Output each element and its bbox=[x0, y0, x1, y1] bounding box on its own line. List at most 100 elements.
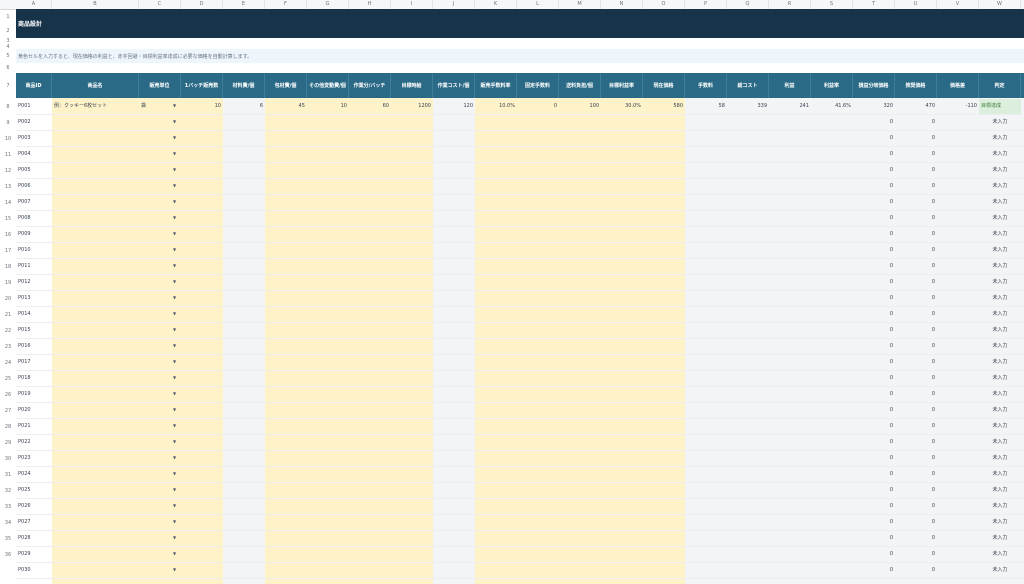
column-header[interactable]: 総コスト bbox=[727, 73, 769, 98]
dropdown-arrow-icon[interactable]: ▼ bbox=[173, 515, 176, 530]
breakeven-cell[interactable]: 0 bbox=[853, 131, 895, 146]
dropdown-arrow-icon[interactable]: ▼ bbox=[173, 483, 176, 498]
row-number[interactable]: 23 bbox=[0, 344, 16, 350]
row-number[interactable]: 5 bbox=[0, 53, 16, 59]
dropdown-arrow-icon[interactable]: ▼ bbox=[173, 467, 176, 482]
row-number[interactable]: 21 bbox=[0, 312, 16, 318]
breakeven-cell[interactable]: 0 bbox=[853, 483, 895, 498]
breakeven-cell[interactable]: 0 bbox=[853, 515, 895, 530]
row-number[interactable]: 26 bbox=[0, 392, 16, 398]
verdict-cell[interactable]: 未入力 bbox=[979, 227, 1021, 242]
row-number[interactable]: 1 bbox=[0, 14, 16, 20]
dropdown-arrow-icon[interactable]: ▼ bbox=[173, 259, 176, 274]
verdict-cell[interactable]: 未入力 bbox=[979, 499, 1021, 514]
product-id-cell[interactable]: P030 bbox=[16, 563, 52, 578]
recommended-cell[interactable]: 0 bbox=[895, 323, 937, 338]
dropdown-arrow-icon[interactable]: ▼ bbox=[173, 227, 176, 242]
recommended-cell[interactable]: 0 bbox=[895, 483, 937, 498]
verdict-cell[interactable]: 未入力 bbox=[979, 275, 1021, 290]
labor-cost-cell[interactable]: 120 bbox=[433, 99, 475, 114]
verdict-cell[interactable]: 未入力 bbox=[979, 131, 1021, 146]
recommended-cell[interactable]: 0 bbox=[895, 163, 937, 178]
batch-qty-cell[interactable]: 10 bbox=[181, 99, 223, 114]
column-letter-e[interactable]: E bbox=[223, 0, 265, 9]
breakeven-cell[interactable]: 0 bbox=[853, 275, 895, 290]
row-number[interactable]: 11 bbox=[0, 152, 16, 158]
column-letter-v[interactable]: V bbox=[937, 0, 979, 9]
recommended-cell[interactable]: 0 bbox=[895, 435, 937, 450]
column-letter-d[interactable]: D bbox=[181, 0, 223, 9]
product-id-cell[interactable]: P025 bbox=[16, 483, 52, 498]
recommended-cell[interactable]: 0 bbox=[895, 339, 937, 354]
instruction-note[interactable]: 黄色セルを入力すると、現在価格の利益と、赤字回避・目標利益率達成に必要な価格を自… bbox=[16, 49, 1024, 63]
row-number[interactable]: 30 bbox=[0, 456, 16, 462]
fee-rate-cell[interactable]: 10.0% bbox=[475, 99, 517, 114]
column-header[interactable]: 1バッチ販売数 bbox=[181, 73, 223, 98]
verdict-cell[interactable]: 未入力 bbox=[979, 531, 1021, 546]
product-id-cell[interactable]: P014 bbox=[16, 307, 52, 322]
breakeven-cell[interactable]: 0 bbox=[853, 115, 895, 130]
column-letter-q[interactable]: Q bbox=[727, 0, 769, 9]
recommended-cell[interactable]: 0 bbox=[895, 307, 937, 322]
breakeven-cell[interactable]: 0 bbox=[853, 419, 895, 434]
breakeven-cell[interactable]: 0 bbox=[853, 387, 895, 402]
dropdown-arrow-icon[interactable]: ▼ bbox=[173, 195, 176, 210]
column-letter-i[interactable]: I bbox=[391, 0, 433, 9]
row-number[interactable]: 6 bbox=[0, 65, 16, 71]
verdict-cell[interactable]: 未入力 bbox=[979, 515, 1021, 530]
verdict-cell[interactable]: 未入力 bbox=[979, 483, 1021, 498]
column-header[interactable]: 利益 bbox=[769, 73, 811, 98]
material-cost-cell[interactable]: 6 bbox=[223, 99, 265, 114]
breakeven-cell[interactable]: 0 bbox=[853, 227, 895, 242]
product-id-cell[interactable]: P019 bbox=[16, 387, 52, 402]
work-minutes-cell[interactable]: 60 bbox=[349, 99, 391, 114]
breakeven-cell[interactable]: 320 bbox=[853, 99, 895, 114]
other-cost-cell[interactable]: 10 bbox=[307, 99, 349, 114]
recommended-cell[interactable]: 470 bbox=[895, 99, 937, 114]
column-header[interactable]: 商品名 bbox=[52, 73, 139, 98]
column-letter-k[interactable]: K bbox=[475, 0, 517, 9]
verdict-cell[interactable]: 未入力 bbox=[979, 259, 1021, 274]
column-header[interactable]: 材料費/個 bbox=[223, 73, 265, 98]
current-price-cell[interactable]: 580 bbox=[643, 99, 685, 114]
breakeven-cell[interactable]: 0 bbox=[853, 467, 895, 482]
breakeven-cell[interactable]: 0 bbox=[853, 403, 895, 418]
breakeven-cell[interactable]: 0 bbox=[853, 563, 895, 578]
column-header[interactable]: 価格差 bbox=[937, 73, 979, 98]
dropdown-arrow-icon[interactable]: ▼ bbox=[173, 99, 176, 114]
column-header[interactable]: 損益分岐価格 bbox=[853, 73, 895, 98]
column-header[interactable]: 商品ID bbox=[16, 73, 52, 98]
product-id-cell[interactable]: P007 bbox=[16, 195, 52, 210]
column-letter-u[interactable]: U bbox=[895, 0, 937, 9]
column-header[interactable]: 作業コスト/個 bbox=[433, 73, 475, 98]
dropdown-arrow-icon[interactable]: ▼ bbox=[173, 323, 176, 338]
dropdown-arrow-icon[interactable]: ▼ bbox=[173, 499, 176, 514]
breakeven-cell[interactable]: 0 bbox=[853, 195, 895, 210]
verdict-cell[interactable]: 未入力 bbox=[979, 291, 1021, 306]
column-letter-g[interactable]: G bbox=[307, 0, 349, 9]
verdict-cell[interactable]: 未入力 bbox=[979, 355, 1021, 370]
column-header[interactable]: 作業分/バッチ bbox=[349, 73, 391, 98]
recommended-cell[interactable]: 0 bbox=[895, 211, 937, 226]
column-header[interactable]: 目標利益率 bbox=[601, 73, 643, 98]
title-banner[interactable]: 商品設計 bbox=[16, 9, 1024, 38]
column-header[interactable]: 利益率 bbox=[811, 73, 853, 98]
row-number[interactable]: 9 bbox=[0, 120, 16, 126]
product-id-cell[interactable]: P024 bbox=[16, 467, 52, 482]
verdict-cell[interactable]: 未入力 bbox=[979, 147, 1021, 162]
dropdown-arrow-icon[interactable]: ▼ bbox=[173, 531, 176, 546]
verdict-cell[interactable]: 未入力 bbox=[979, 467, 1021, 482]
row-number[interactable]: 27 bbox=[0, 408, 16, 414]
recommended-cell[interactable]: 0 bbox=[895, 451, 937, 466]
breakeven-cell[interactable]: 0 bbox=[853, 451, 895, 466]
recommended-cell[interactable]: 0 bbox=[895, 563, 937, 578]
row-number[interactable]: 22 bbox=[0, 328, 16, 334]
column-letter-s[interactable]: S bbox=[811, 0, 853, 9]
product-id-cell[interactable]: P009 bbox=[16, 227, 52, 242]
row-number[interactable]: 36 bbox=[0, 552, 16, 558]
breakeven-cell[interactable]: 0 bbox=[853, 259, 895, 274]
dropdown-arrow-icon[interactable]: ▼ bbox=[173, 179, 176, 194]
dropdown-arrow-icon[interactable]: ▼ bbox=[173, 339, 176, 354]
column-header[interactable]: 販売手数料率 bbox=[475, 73, 517, 98]
verdict-cell[interactable]: 未入力 bbox=[979, 211, 1021, 226]
